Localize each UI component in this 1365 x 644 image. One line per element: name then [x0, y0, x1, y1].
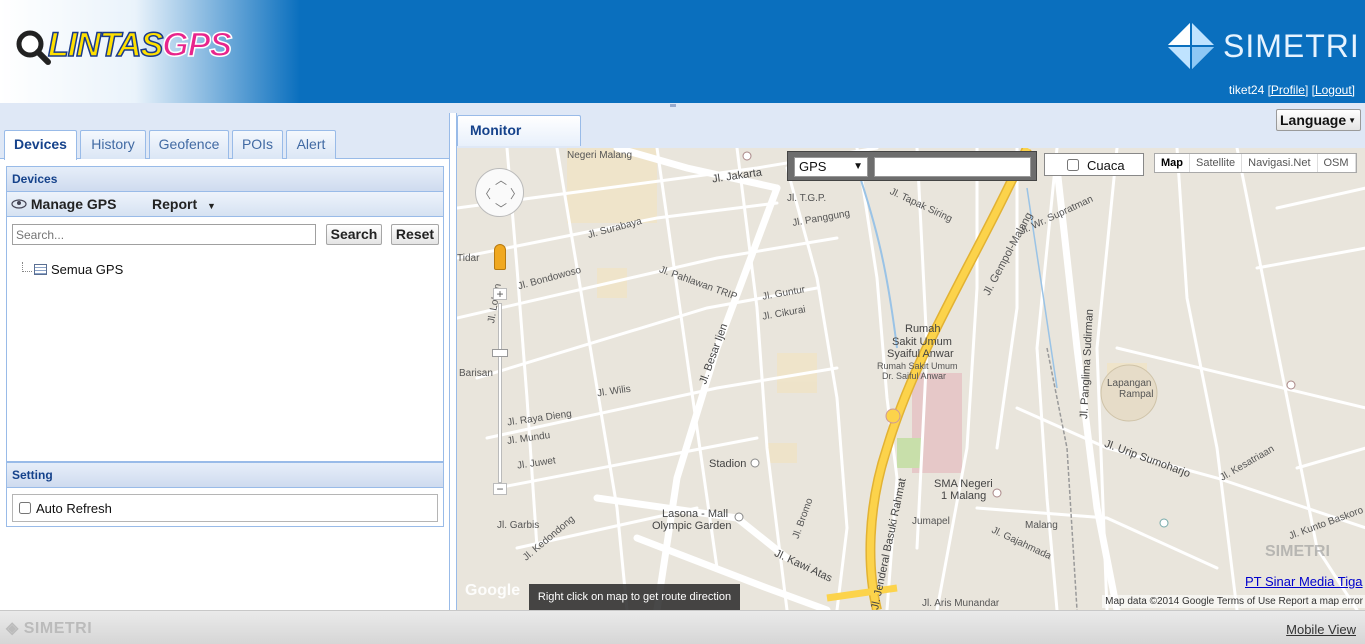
map-label: Rumah Sakit Umum: [877, 361, 958, 371]
left-panel: « Devices History Geofence POIs Alert De…: [0, 113, 450, 610]
simetri-watermark: SIMETRI: [1265, 543, 1330, 560]
map-label: Dr. Saiful Anwar: [882, 371, 947, 381]
language-button[interactable]: Language ▼: [1276, 109, 1361, 131]
tab-geofence[interactable]: Geofence: [149, 130, 229, 159]
tree-connector: [22, 262, 32, 272]
simetri-diamond-icon: [1167, 22, 1215, 70]
map-attribution[interactable]: Map data ©2014 Google Terms of Use Repor…: [1102, 595, 1365, 608]
setting-content: Auto Refresh: [12, 494, 438, 522]
mobile-view-link[interactable]: Mobile View: [1286, 622, 1356, 637]
map-type-osm[interactable]: OSM: [1318, 154, 1356, 172]
map-type-map[interactable]: Map: [1155, 154, 1190, 172]
route-hint: Right click on map to get route directio…: [529, 584, 740, 610]
splitter-knob[interactable]: [670, 104, 676, 107]
street-view-pegman-icon[interactable]: [494, 244, 506, 270]
map-type-control: Map Satellite Navigasi.Net OSM: [1154, 153, 1357, 173]
cuaca-toggle: Cuaca: [1044, 153, 1144, 176]
footer: ◈ SIMETRI Mobile View: [0, 610, 1365, 644]
auto-refresh-label: Auto Refresh: [36, 501, 112, 516]
device-search-input[interactable]: [12, 224, 316, 245]
map-label: Stadion: [709, 458, 747, 470]
tab-history[interactable]: History: [80, 130, 146, 159]
map-label: Jumapel: [912, 516, 950, 527]
cuaca-label: Cuaca: [1087, 158, 1125, 173]
zoom-out-button[interactable]: −: [493, 483, 507, 495]
caret-down-icon: ▼: [853, 161, 863, 172]
search-button[interactable]: Search: [326, 224, 382, 245]
zoom-slider-track[interactable]: [498, 303, 502, 483]
map-label: Negeri Malang: [567, 150, 633, 161]
left-tabs: Devices History Geofence POIs Alert: [0, 113, 449, 160]
right-panel: Monitor Language ▼ Negeri Malang Jl. Jak…: [456, 109, 1365, 610]
devices-panel: Devices Manage GPS Report ▼ Search Reset…: [6, 166, 444, 462]
map-label: Olympic Garden: [652, 520, 732, 532]
map-label: SMA Negeri: [934, 478, 993, 490]
gps-type-select[interactable]: GPS ▼: [794, 157, 868, 177]
map-label: Jl. Garbis: [497, 520, 540, 531]
logout-link[interactable]: [Logout]: [1312, 83, 1355, 97]
header-splitter[interactable]: [0, 103, 1365, 113]
company-link[interactable]: PT Sinar Media Tiga: [1245, 574, 1363, 589]
zoom-slider-handle[interactable]: [492, 349, 508, 357]
tab-alert[interactable]: Alert: [286, 130, 336, 159]
tree-item-semua-gps[interactable]: Semua GPS: [51, 262, 123, 277]
search-row: Search Reset: [7, 217, 443, 251]
gps-search-field[interactable]: [874, 157, 1031, 177]
setting-panel: Setting Auto Refresh: [6, 462, 444, 527]
map-label: Syaiful Anwar: [887, 348, 954, 360]
satellite-icon: [11, 199, 27, 209]
map-label: Jl. T.G.P.: [787, 193, 827, 204]
map-label: Rumah: [905, 323, 941, 335]
caret-down-icon: ▼: [207, 201, 216, 211]
map-label: 1 Malang: [941, 490, 987, 502]
map-label: Barisan: [459, 368, 493, 379]
map-pan-control[interactable]: ︿ ﹀ 〈 〉: [475, 168, 524, 217]
magnifier-icon: [16, 30, 51, 65]
cuaca-checkbox[interactable]: [1067, 159, 1079, 171]
map-type-satellite[interactable]: Satellite: [1190, 154, 1243, 172]
report-menu-button[interactable]: Report ▼: [152, 196, 216, 212]
simetri-brand: SIMETRI: [1165, 20, 1359, 72]
logo-text: LINTASGPS: [47, 25, 233, 65]
map-label: Sakit Umum: [892, 336, 952, 348]
pan-left-icon[interactable]: 〈: [479, 185, 491, 202]
map-label: Tidar: [457, 253, 480, 264]
language-label: Language: [1280, 112, 1347, 128]
report-label: Report: [152, 196, 198, 212]
google-logo[interactable]: Google: [465, 582, 520, 600]
setting-panel-title: Setting: [7, 463, 443, 488]
username: tiket24: [1228, 83, 1265, 97]
tab-devices[interactable]: Devices: [4, 130, 77, 160]
map-label: Rampal: [1119, 389, 1154, 400]
map-label: Jl. Aris Munandar: [922, 598, 1000, 609]
map-label: Malang: [1025, 520, 1058, 531]
reset-button[interactable]: Reset: [391, 224, 439, 245]
pan-down-icon[interactable]: ﹀: [495, 200, 507, 217]
map-type-navigasi[interactable]: Navigasi.Net: [1242, 154, 1318, 172]
pan-up-icon[interactable]: ︿: [495, 171, 507, 188]
list-icon: [34, 264, 47, 275]
devices-toolbar: Manage GPS Report ▼: [7, 192, 443, 217]
manage-gps-label: Manage GPS: [30, 196, 117, 212]
pan-right-icon[interactable]: 〉: [510, 185, 522, 202]
map-label: Lasona - Mall: [662, 508, 729, 520]
map-canvas[interactable]: Negeri Malang Jl. Jakarta Jl. T.G.P. Jl.…: [457, 148, 1365, 610]
footer-brand: ◈ SIMETRI: [6, 620, 93, 637]
manage-gps-button[interactable]: Manage GPS: [11, 196, 116, 212]
gps-type-value: GPS: [799, 159, 827, 174]
caret-down-icon: ▼: [1348, 116, 1356, 125]
devices-panel-title: Devices: [7, 167, 443, 192]
map-label: Lapangan: [1107, 378, 1152, 389]
header: LINTASGPS SIMETRI tiket24 [Profile] [Log…: [0, 0, 1365, 103]
tab-pois[interactable]: POIs: [232, 130, 283, 159]
auto-refresh-checkbox[interactable]: [19, 502, 31, 514]
simetri-brand-name: SIMETRI: [1223, 28, 1360, 64]
gps-selector-bar: GPS ▼: [787, 151, 1037, 181]
user-bar: tiket24 [Profile] [Logout]: [1229, 83, 1355, 97]
zoom-in-button[interactable]: +: [493, 288, 507, 300]
profile-link[interactable]: [Profile]: [1268, 83, 1309, 97]
tab-monitor[interactable]: Monitor: [457, 115, 581, 146]
